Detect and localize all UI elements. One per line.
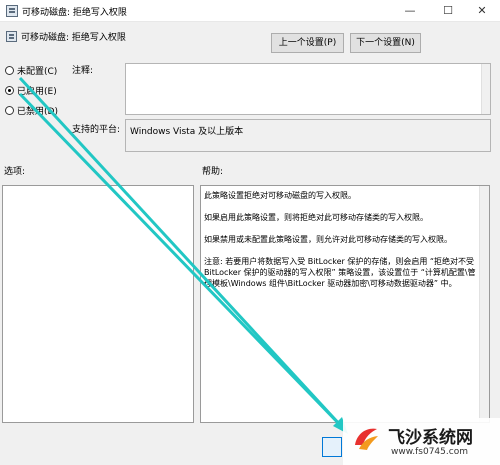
watermark-logo-icon xyxy=(355,428,378,450)
watermark-url: www.fs0745.com xyxy=(391,447,468,457)
previous-setting-button[interactable]: 上一个设置(P) xyxy=(271,33,344,53)
help-scrollbar[interactable] xyxy=(479,186,489,422)
window-title: 可移动磁盘: 拒绝写入权限 xyxy=(22,8,127,18)
options-label: 选项: xyxy=(4,167,26,177)
comment-field[interactable] xyxy=(125,63,491,115)
policy-icon xyxy=(6,5,18,17)
platform-label: 支持的平台: xyxy=(72,125,121,135)
maximize-button[interactable]: ☐ xyxy=(430,0,466,22)
policy-icon xyxy=(6,31,17,42)
title-bar: 可移动磁盘: 拒绝写入权限 — ☐ ✕ xyxy=(0,0,500,22)
radio-label[interactable]: 已启用(E) xyxy=(17,87,57,97)
options-pane xyxy=(2,185,194,423)
radio-not-configured[interactable]: 未配置(C) xyxy=(5,64,57,78)
policy-header: 可移动磁盘: 拒绝写入权限 xyxy=(6,30,126,43)
radio-enabled[interactable]: 已启用(E) xyxy=(5,84,57,98)
help-label: 帮助: xyxy=(202,167,224,177)
comment-scrollbar[interactable] xyxy=(481,64,490,114)
help-paragraph: 如果启用此策略设置，则将拒绝对此可移动存储类的写入权限。 xyxy=(204,213,428,222)
minimize-button[interactable]: — xyxy=(392,0,428,22)
radio-circle[interactable] xyxy=(5,86,14,95)
platform-field: Windows Vista 及以上版本 xyxy=(125,119,491,152)
radio-label[interactable]: 已禁用(D) xyxy=(17,107,58,117)
site-watermark: 飞沙系统网 www.fs0745.com xyxy=(343,418,500,465)
watermark-name: 飞沙系统网 xyxy=(388,428,473,448)
platform-value: Windows Vista 及以上版本 xyxy=(130,127,244,137)
next-setting-button[interactable]: 下一个设置(N) xyxy=(350,33,421,53)
radio-label[interactable]: 未配置(C) xyxy=(17,67,57,77)
policy-title: 可移动磁盘: 拒绝写入权限 xyxy=(21,33,126,43)
help-paragraph: 注意: 若要用户将数据写入受 BitLocker 保护的存储，则会启用 “拒绝对… xyxy=(204,257,476,288)
radio-circle[interactable] xyxy=(5,106,14,115)
help-paragraph: 此策略设置拒绝对可移动磁盘的写入权限。 xyxy=(204,191,356,200)
help-pane: 此策略设置拒绝对可移动磁盘的写入权限。 如果启用此策略设置，则将拒绝对此可移动存… xyxy=(200,185,490,423)
ok-button[interactable] xyxy=(322,437,342,457)
comment-label: 注释: xyxy=(72,66,94,76)
radio-circle[interactable] xyxy=(5,66,14,75)
help-paragraph: 如果禁用或未配置此策略设置，则允许对此可移动存储类的写入权限。 xyxy=(204,235,452,244)
radio-disabled[interactable]: 已禁用(D) xyxy=(5,104,58,118)
close-button[interactable]: ✕ xyxy=(464,0,500,22)
